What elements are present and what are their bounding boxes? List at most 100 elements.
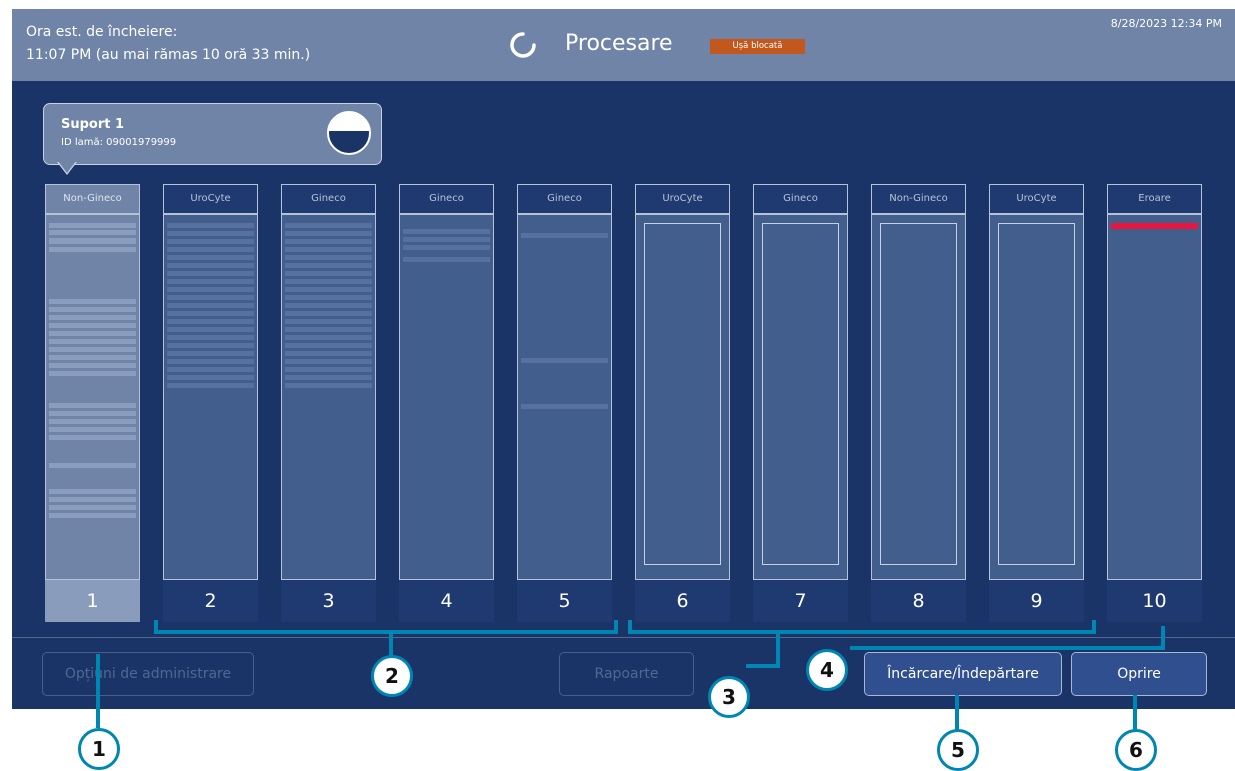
rack-10[interactable]: Eroare 10	[1107, 184, 1202, 624]
slide	[49, 315, 136, 320]
tooltip-title: Suport 1	[61, 117, 125, 132]
slide	[167, 263, 254, 268]
slide	[285, 231, 372, 236]
admin-options-button[interactable]: Opțiuni de administrare	[42, 652, 254, 696]
empty-rack-frame	[762, 223, 839, 565]
rack-slides	[281, 214, 376, 580]
callout-3-line	[776, 632, 780, 666]
rack-number: 4	[399, 580, 494, 622]
callout-1: 1	[78, 728, 120, 770]
rack-4[interactable]: Gineco 4	[399, 184, 494, 624]
slide	[285, 271, 372, 276]
slide	[167, 255, 254, 260]
slide	[167, 231, 254, 236]
rack-6[interactable]: UroCyte 6	[635, 184, 730, 624]
callout-1-line	[96, 654, 100, 728]
rack-2[interactable]: UroCyte 2	[163, 184, 258, 624]
callout-5: 5	[937, 729, 979, 771]
slide	[49, 463, 136, 468]
slide	[285, 287, 372, 292]
rack-type-label: UroCyte	[635, 184, 730, 214]
eta-value: 11:07 PM (au mai rămas 10 oră 33 min.)	[26, 47, 311, 63]
slide	[167, 279, 254, 284]
slide	[403, 229, 490, 234]
slide	[167, 375, 254, 380]
slide	[403, 257, 490, 262]
callout-6: 6	[1115, 729, 1157, 771]
slide	[167, 367, 254, 372]
slide	[403, 245, 490, 250]
slide	[49, 339, 136, 344]
slide	[167, 303, 254, 308]
slide	[167, 351, 254, 356]
slide	[285, 295, 372, 300]
slide-error	[49, 238, 136, 244]
callout-3-bracket-right	[1092, 620, 1096, 634]
rack-number: 8	[871, 580, 966, 622]
slide	[285, 263, 372, 268]
slide	[167, 271, 254, 276]
slide	[167, 287, 254, 292]
rack-slides	[753, 214, 848, 580]
slide	[285, 223, 372, 228]
slide	[49, 505, 136, 510]
callout-2-bracket-left	[154, 620, 158, 634]
slide	[49, 299, 136, 304]
rack-9[interactable]: UroCyte 9	[989, 184, 1084, 624]
slide	[49, 435, 136, 440]
rack-slides	[1107, 214, 1202, 580]
slide	[285, 255, 372, 260]
rack-slides	[635, 214, 730, 580]
status-header: Ora est. de încheiere: 11:07 PM (au mai …	[12, 9, 1235, 81]
rack-5[interactable]: Gineco 5	[517, 184, 612, 624]
rack-number: 5	[517, 580, 612, 622]
rack-slides	[871, 214, 966, 580]
rack-type-label: Eroare	[1107, 184, 1202, 214]
load-unload-button[interactable]: Încărcare/Îndepărtare	[864, 652, 1062, 696]
slide	[49, 331, 136, 336]
callout-3-bracket	[628, 630, 1096, 634]
slide	[285, 311, 372, 316]
spinner-icon	[510, 32, 536, 58]
date-time: 8/28/2023 12:34 PM	[1110, 17, 1222, 30]
slide-error	[1111, 223, 1198, 229]
callout-2: 2	[371, 655, 413, 697]
rack-1[interactable]: Non-Gineco 1	[45, 184, 140, 624]
callout-2-line	[389, 632, 393, 656]
eta-label: Ora est. de încheiere:	[26, 24, 178, 40]
slide	[285, 343, 372, 348]
rack-7[interactable]: Gineco 7	[753, 184, 848, 624]
slide	[49, 230, 136, 235]
slide	[285, 375, 372, 380]
rack-type-label: Gineco	[281, 184, 376, 214]
slide	[167, 319, 254, 324]
callout-4: 4	[806, 649, 848, 691]
processing-screen: Ora est. de încheiere: 11:07 PM (au mai …	[12, 9, 1235, 709]
callout-3-bracket-left	[628, 620, 632, 634]
slide	[285, 279, 372, 284]
slide	[167, 327, 254, 332]
rack-type-label: Gineco	[753, 184, 848, 214]
slide	[521, 404, 608, 409]
rack-3[interactable]: Gineco 3	[281, 184, 376, 624]
rack-type-label: Non-Gineco	[871, 184, 966, 214]
tooltip-slide-id: ID lamă: 09001979999	[61, 137, 177, 148]
door-locked-badge: Ușă blocată	[710, 39, 805, 54]
stop-button[interactable]: Oprire	[1071, 652, 1207, 696]
callout-6-line	[1133, 695, 1137, 733]
slide	[49, 347, 136, 352]
slide	[167, 223, 254, 228]
slide	[49, 419, 136, 424]
slide	[167, 239, 254, 244]
rack-slides	[517, 214, 612, 580]
slide	[49, 513, 136, 518]
slide	[285, 359, 372, 364]
slide	[285, 351, 372, 356]
slide	[49, 427, 136, 432]
slide	[167, 335, 254, 340]
rack-8[interactable]: Non-Gineco 8	[871, 184, 966, 624]
slide	[49, 371, 136, 376]
reports-button[interactable]: Rapoarte	[559, 652, 694, 696]
empty-rack-frame	[644, 223, 721, 565]
bottom-divider	[12, 637, 1235, 638]
